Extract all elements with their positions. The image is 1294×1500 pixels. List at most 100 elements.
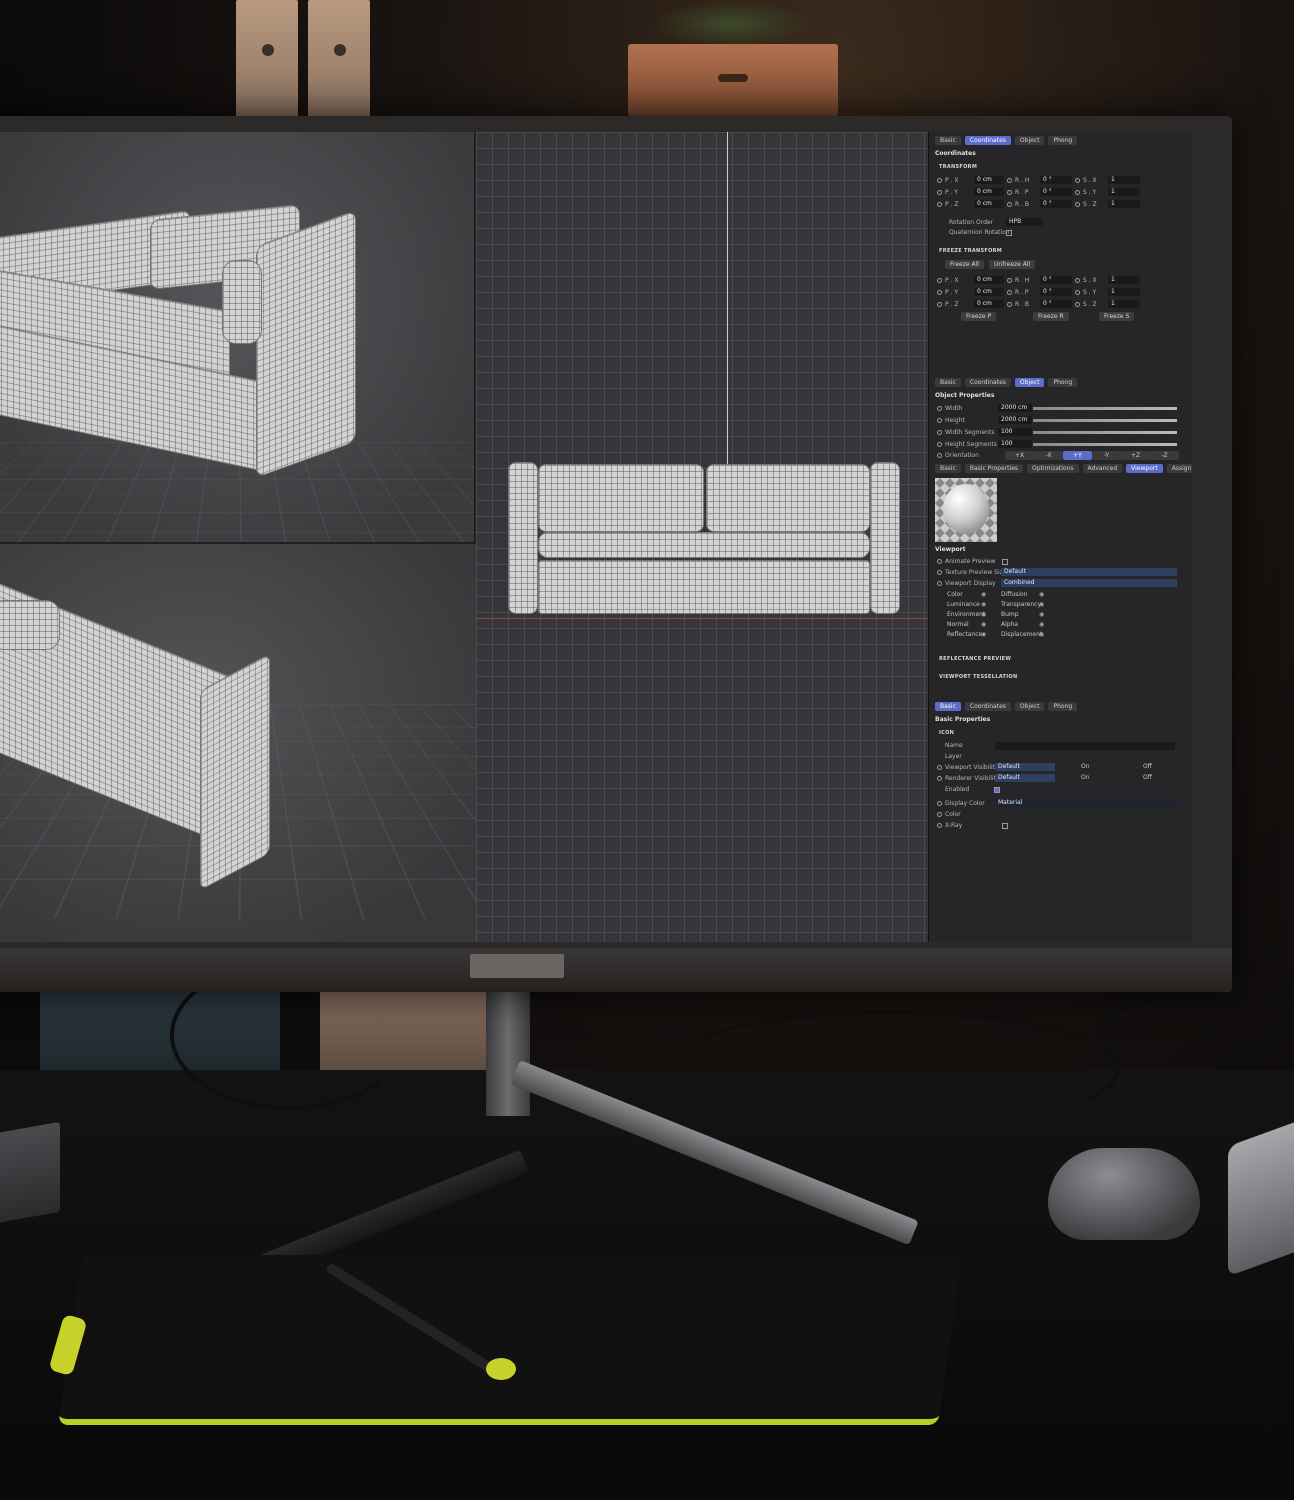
eye-icon[interactable]: ◉	[981, 591, 986, 598]
orientation-option[interactable]: -X	[1034, 451, 1063, 460]
texture-preview-size-select[interactable]: Default	[1001, 568, 1177, 576]
orientation-option[interactable]: +Z	[1121, 451, 1150, 460]
tab-phong[interactable]: Phong	[1048, 136, 1077, 145]
tab-basic[interactable]: Basic	[935, 378, 961, 387]
tab-assign[interactable]: Assign	[1167, 464, 1192, 473]
viewport-perspective-bottom[interactable]	[0, 544, 484, 942]
tab-phong[interactable]: Phong	[1048, 378, 1077, 387]
height-segments-slider[interactable]	[1033, 443, 1177, 446]
keyframe-icon[interactable]	[1007, 290, 1012, 295]
keyframe-icon[interactable]	[937, 418, 942, 423]
eye-icon[interactable]: ◉	[1039, 591, 1044, 598]
orientation-option[interactable]: -Z	[1150, 451, 1179, 460]
value-field[interactable]: 0 °	[1040, 300, 1072, 308]
material-preview[interactable]	[935, 478, 997, 542]
eye-icon[interactable]: ◉	[1039, 601, 1044, 608]
mouse[interactable]	[1048, 1148, 1200, 1240]
eye-icon[interactable]: ◉	[981, 611, 986, 618]
keyframe-icon[interactable]	[937, 559, 942, 564]
tab-object[interactable]: Object	[1015, 136, 1045, 145]
eye-icon[interactable]: ◉	[1039, 611, 1044, 618]
display-color-select[interactable]: Material	[995, 799, 1177, 807]
unfreeze-all-button[interactable]: Unfreeze All	[989, 260, 1035, 269]
name-input[interactable]	[995, 742, 1175, 750]
enabled-checkbox[interactable]	[994, 787, 1000, 793]
value-field[interactable]: 1	[1108, 200, 1140, 208]
visible-in-editor-off[interactable]: Off	[1143, 763, 1152, 770]
value-field[interactable]: 0 cm	[974, 176, 1004, 184]
freeze-p-button[interactable]: Freeze P	[961, 312, 996, 321]
keyframe-icon[interactable]	[937, 581, 942, 586]
tab-basic[interactable]: Basic	[935, 136, 961, 145]
eye-icon[interactable]: ◉	[1039, 631, 1044, 638]
tab-coordinates[interactable]: Coordinates	[965, 136, 1011, 145]
visible-in-editor-default[interactable]: Default	[995, 763, 1055, 771]
value-field[interactable]: 0 °	[1040, 188, 1072, 196]
value-field[interactable]: 1	[1108, 300, 1140, 308]
value-field[interactable]: 0 °	[1040, 288, 1072, 296]
keyframe-icon[interactable]	[937, 178, 942, 183]
value-field[interactable]: 0 cm	[974, 288, 1004, 296]
keyframe-icon[interactable]	[1075, 202, 1080, 207]
tab-object[interactable]: Object	[1015, 378, 1045, 387]
orientation-option[interactable]: +X	[1005, 451, 1034, 460]
keyframe-icon[interactable]	[937, 442, 942, 447]
value-field[interactable]: 100	[998, 440, 1032, 448]
keyframe-icon[interactable]	[1075, 190, 1080, 195]
keyframe-icon[interactable]	[937, 406, 942, 411]
value-field[interactable]: 2000 cm	[998, 416, 1032, 424]
keyframe-icon[interactable]	[937, 302, 942, 307]
value-field[interactable]: 0 °	[1040, 176, 1072, 184]
tab-phong[interactable]: Phong	[1048, 702, 1077, 711]
eye-icon[interactable]: ◉	[981, 631, 986, 638]
tab-advanced[interactable]: Advanced	[1083, 464, 1123, 473]
freeze-s-button[interactable]: Freeze S	[1099, 312, 1134, 321]
value-field[interactable]: 1	[1108, 276, 1140, 284]
keyframe-icon[interactable]	[1075, 302, 1080, 307]
value-field[interactable]: 0 cm	[974, 188, 1004, 196]
eye-icon[interactable]: ◉	[981, 621, 986, 628]
width-slider[interactable]	[1033, 407, 1177, 410]
tab-basic[interactable]: Basic	[935, 464, 961, 473]
keyframe-icon[interactable]	[937, 801, 942, 806]
value-field[interactable]: 2000 cm	[998, 404, 1032, 412]
height-slider[interactable]	[1033, 419, 1177, 422]
value-field[interactable]: 100	[998, 428, 1032, 436]
freeze-r-button[interactable]: Freeze R	[1033, 312, 1069, 321]
tab-basic[interactable]: Basic	[935, 702, 961, 711]
keyframe-icon[interactable]	[937, 290, 942, 295]
keyframe-icon[interactable]	[937, 278, 942, 283]
tab-optimizations[interactable]: Optimizations	[1027, 464, 1079, 473]
value-field[interactable]: 1	[1108, 176, 1140, 184]
rotation-order-select[interactable]: HPB	[1006, 218, 1042, 226]
value-field[interactable]: 0 cm	[974, 200, 1004, 208]
tab-coordinates[interactable]: Coordinates	[965, 378, 1011, 387]
tab-viewport[interactable]: Viewport	[1126, 464, 1163, 473]
eye-icon[interactable]: ◉	[1039, 621, 1044, 628]
keyframe-icon[interactable]	[1007, 278, 1012, 283]
keyframe-icon[interactable]	[1007, 190, 1012, 195]
section-reflectance-preview[interactable]: REFLECTANCE PREVIEW	[939, 656, 1011, 662]
keyframe-icon[interactable]	[937, 453, 942, 458]
keyframe-icon[interactable]	[1007, 178, 1012, 183]
visible-in-renderer-default[interactable]: Default	[995, 774, 1055, 782]
value-field[interactable]: 0 cm	[974, 300, 1004, 308]
section-viewport-tessellation[interactable]: VIEWPORT TESSELLATION	[939, 674, 1017, 680]
value-field[interactable]: 0 °	[1040, 276, 1072, 284]
visible-in-renderer-off[interactable]: Off	[1143, 774, 1152, 781]
keyframe-icon[interactable]	[937, 202, 942, 207]
value-field[interactable]: 0 cm	[974, 276, 1004, 284]
tab-object[interactable]: Object	[1015, 702, 1045, 711]
eye-icon[interactable]: ◉	[981, 601, 986, 608]
section-freeze-transform[interactable]: FREEZE TRANSFORM	[939, 248, 1002, 254]
orientation-option[interactable]: -Y	[1092, 451, 1121, 460]
keyframe-icon[interactable]	[937, 570, 942, 575]
viewport-perspective-top[interactable]	[0, 132, 474, 542]
visible-in-renderer-on[interactable]: On	[1081, 774, 1090, 781]
tab-basic-properties[interactable]: Basic Properties	[965, 464, 1023, 473]
visible-in-editor-on[interactable]: On	[1081, 763, 1090, 770]
keyframe-icon[interactable]	[937, 823, 942, 828]
width-segments-slider[interactable]	[1033, 431, 1177, 434]
value-field[interactable]: 0 °	[1040, 200, 1072, 208]
keyframe-icon[interactable]	[937, 765, 942, 770]
